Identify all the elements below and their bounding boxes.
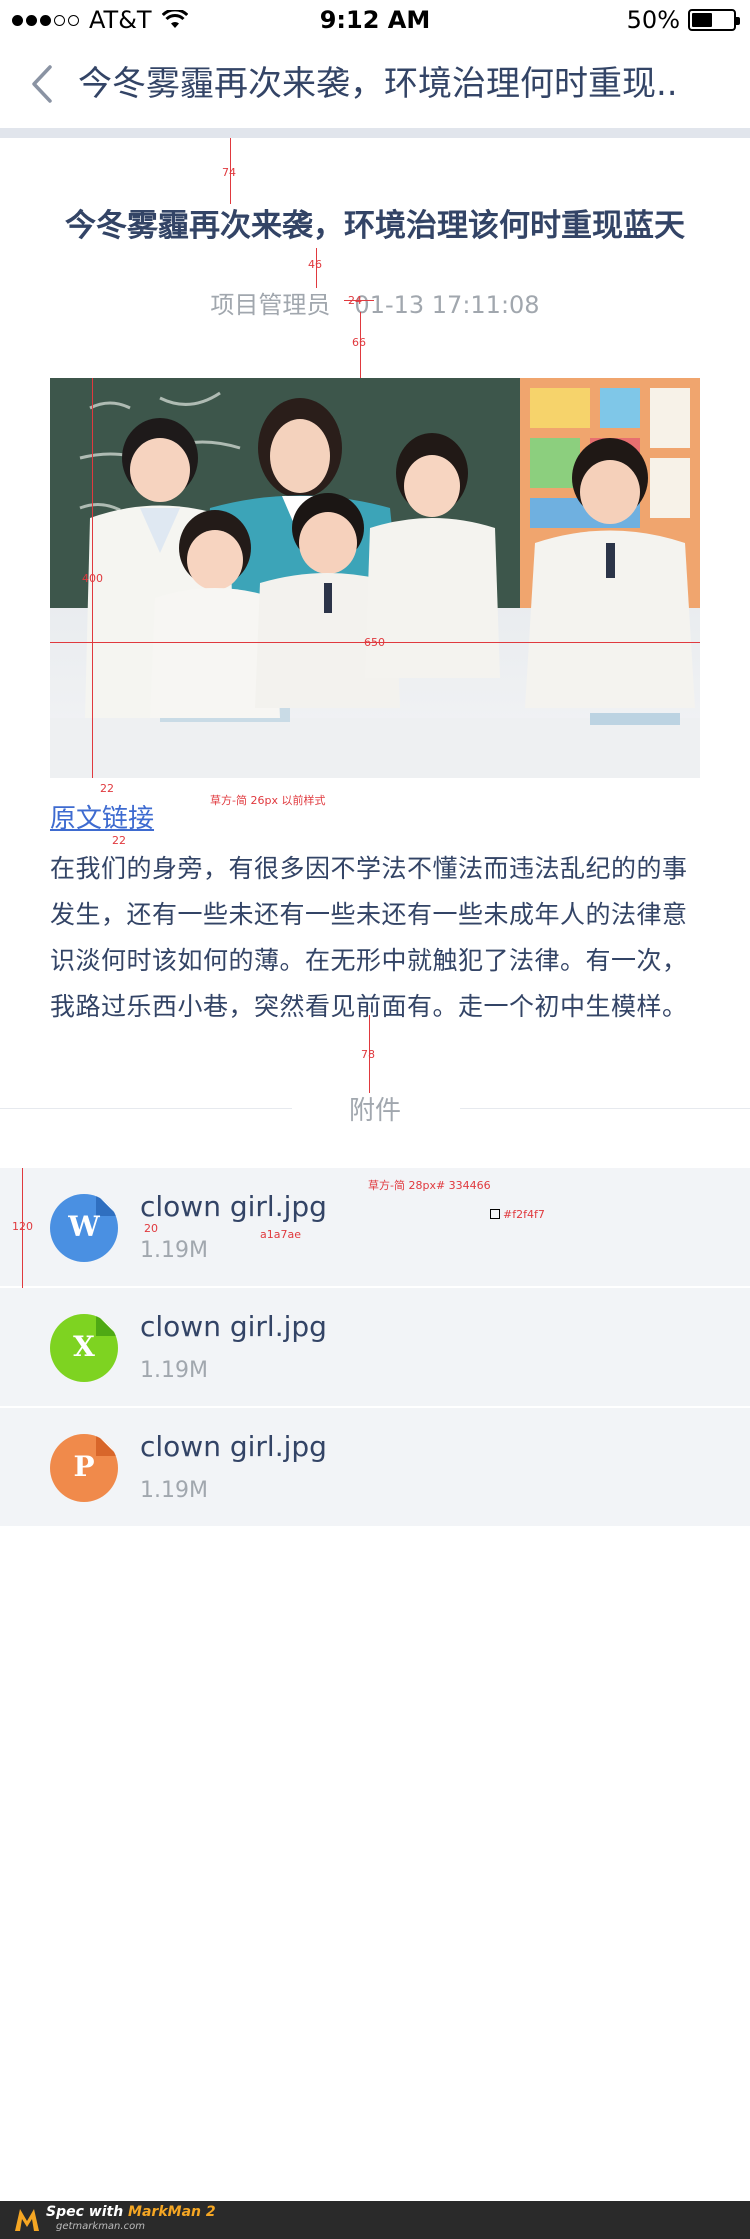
color-swatch-icon bbox=[490, 1209, 500, 1219]
file-name: clown girl.jpg bbox=[140, 1430, 327, 1463]
measure-label: 78 bbox=[361, 1048, 375, 1061]
article-title: 今冬雾霾再次来袭，环境治理该何时重现蓝天 bbox=[65, 208, 685, 244]
file-size: 1.19M bbox=[140, 1238, 208, 1263]
measure-label: 120 bbox=[12, 1220, 33, 1233]
footer-brand: MarkMan 2 bbox=[128, 2204, 216, 2220]
file-name: clown girl.jpg bbox=[140, 1310, 327, 1343]
measure-label: 22 bbox=[100, 782, 114, 795]
author-name: 项目管理员 bbox=[210, 291, 331, 319]
attachment-list: W clown girl.jpg 1.19M X clown girl.jpg … bbox=[0, 1168, 750, 1528]
nav-title: 今冬雾霾再次来袭，环境治理何时重现.. bbox=[78, 64, 678, 104]
article-image bbox=[50, 378, 700, 778]
battery-icon bbox=[688, 9, 740, 31]
file-type-letter: X bbox=[73, 1330, 95, 1363]
powerpoint-file-icon: P bbox=[50, 1434, 118, 1502]
size-color-note: a1a7ae bbox=[260, 1228, 301, 1241]
measure-label: 74 bbox=[222, 166, 236, 179]
bg-color-value: #f2f4f7 bbox=[503, 1208, 545, 1221]
source-link[interactable]: 原文链接 bbox=[50, 798, 154, 835]
measure-label: 20 bbox=[144, 1222, 158, 1235]
article-body: 在我们的身旁，有很多因不学法不懂法而违法乱纪的的事发生，还有一些未还有一些未还有… bbox=[50, 854, 688, 1021]
status-bar: AT&T 9:12 AM 50% bbox=[0, 0, 750, 40]
footer-spec-label: Spec with bbox=[46, 2204, 129, 2220]
attachments-header: 附件 bbox=[0, 1088, 750, 1128]
nav-divider bbox=[0, 128, 750, 138]
measure-label: 400 bbox=[82, 572, 103, 585]
back-button[interactable] bbox=[18, 60, 66, 108]
file-type-letter: W bbox=[68, 1210, 100, 1243]
footer-spec-text: Spec with MarkMan 2 bbox=[46, 2204, 216, 2220]
file-name: clown girl.jpg bbox=[140, 1190, 327, 1223]
measure-label: 22 bbox=[112, 834, 126, 847]
status-right: 50% bbox=[626, 6, 740, 34]
file-type-letter: P bbox=[73, 1450, 95, 1483]
excel-file-icon: X bbox=[50, 1314, 118, 1382]
markman-footer: Spec with MarkMan 2 getmarkman.com bbox=[0, 2201, 750, 2239]
markman-logo-icon bbox=[15, 2209, 39, 2231]
file-size: 1.19M bbox=[140, 1358, 208, 1383]
word-file-icon: W bbox=[50, 1194, 118, 1262]
measure-label: 46 bbox=[308, 258, 322, 271]
measure-label: 24 bbox=[348, 294, 362, 307]
measure-label: 650 bbox=[364, 636, 385, 649]
article-meta: 项目管理员 01-13 17:11:08 bbox=[0, 285, 750, 320]
publish-datetime: 01-13 17:11:08 bbox=[354, 291, 540, 319]
chevron-left-icon bbox=[32, 65, 52, 103]
link-font-note: 草方-简 26px 以前样式 bbox=[210, 794, 326, 807]
divider-right bbox=[460, 1108, 750, 1109]
battery-percent: 50% bbox=[626, 6, 680, 34]
battery-level bbox=[692, 13, 712, 27]
name-font-note: 草方-简 28px# 334466 bbox=[368, 1179, 491, 1192]
footer-site: getmarkman.com bbox=[56, 2221, 145, 2232]
file-size: 1.19M bbox=[140, 1478, 208, 1503]
navigation-bar: 今冬雾霾再次来袭，环境治理何时重现.. bbox=[0, 40, 750, 128]
attachment-item[interactable]: P clown girl.jpg 1.19M bbox=[0, 1408, 750, 1528]
bg-color-note: #f2f4f7 bbox=[490, 1208, 545, 1221]
attachment-item[interactable]: X clown girl.jpg 1.19M bbox=[0, 1288, 750, 1408]
measure-label: 66 bbox=[352, 336, 366, 349]
